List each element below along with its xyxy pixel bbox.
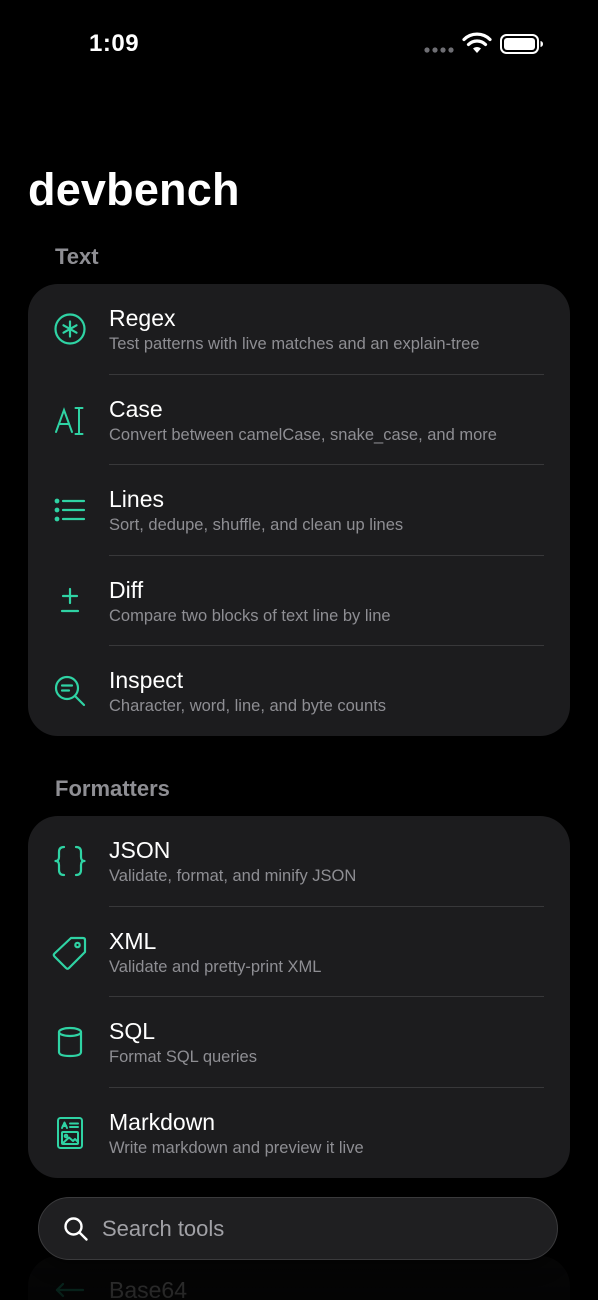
- tool-subtitle: Validate, format, and minify JSON: [109, 867, 357, 885]
- tool-title: Diff: [109, 576, 144, 603]
- cellular-signal-icon: [424, 47, 454, 53]
- tool-row-inspect[interactable]: Inspect Character, word, line, and byte …: [28, 646, 570, 736]
- tool-title: Base64: [109, 1277, 188, 1300]
- tool-subtitle: Write markdown and preview it live: [109, 1138, 364, 1157]
- magnifier-text-icon: [52, 673, 88, 709]
- section-header-text: Text: [55, 244, 99, 269]
- list-icon: [52, 492, 88, 528]
- tool-subtitle: Character, word, line, and byte counts: [109, 697, 386, 715]
- battery-icon: [500, 34, 543, 54]
- search-input[interactable]: [102, 1198, 532, 1259]
- asterisk-circle-icon: [52, 311, 88, 347]
- tool-row-json[interactable]: JSON Validate, format, and minify JSON: [28, 816, 570, 907]
- section-header-formatters: Formatters: [55, 776, 170, 801]
- search-icon: [64, 1217, 88, 1241]
- wifi-icon: [462, 32, 492, 53]
- tool-subtitle: Format SQL queries: [109, 1048, 257, 1066]
- text-tools-card: Regex Test patterns with live matches an…: [28, 284, 570, 736]
- tool-subtitle: Compare two blocks of text line by line: [109, 606, 391, 625]
- document-preview-icon: [52, 1115, 88, 1151]
- tag-icon: [52, 934, 88, 970]
- database-icon: [52, 1024, 88, 1060]
- search-bar[interactable]: [38, 1197, 558, 1260]
- tool-title: Case: [109, 395, 163, 422]
- tool-subtitle: Test patterns with live matches and an e…: [109, 335, 480, 353]
- status-bar: 1:09: [0, 0, 598, 90]
- tool-title: Markdown: [109, 1108, 216, 1135]
- tool-row-sql[interactable]: SQL Format SQL queries: [28, 997, 570, 1088]
- tool-row-regex[interactable]: Regex Test patterns with live matches an…: [28, 284, 570, 375]
- page-title: devbench: [28, 164, 240, 215]
- tool-title: Inspect: [109, 667, 184, 693]
- tool-subtitle: Validate and pretty-print XML: [109, 957, 322, 976]
- text-case-icon: [52, 402, 88, 438]
- tool-row-case[interactable]: Case Convert between camelCase, snake_ca…: [28, 375, 570, 465]
- tool-subtitle: Convert between camelCase, snake_case, a…: [109, 425, 497, 444]
- curly-braces-icon: [52, 843, 88, 879]
- arrows-icon: [55, 1282, 85, 1298]
- plus-minus-icon: [52, 583, 88, 619]
- tool-row-markdown[interactable]: Markdown Write markdown and preview it l…: [28, 1088, 570, 1179]
- status-time: 1:09: [89, 30, 140, 57]
- tool-row-xml[interactable]: XML Validate and pretty-print XML: [28, 907, 570, 997]
- tool-row-lines[interactable]: Lines Sort, dedupe, shuffle, and clean u…: [28, 465, 570, 556]
- tool-subtitle: Sort, dedupe, shuffle, and clean up line…: [109, 516, 404, 534]
- tool-title: JSON: [109, 837, 171, 863]
- screen: 1:09 devbench Text Regex Test patterns w…: [0, 0, 598, 1300]
- tool-title: XML: [109, 927, 157, 954]
- formatter-tools-card: JSON Validate, format, and minify JSON X…: [28, 816, 570, 1178]
- tool-row-diff[interactable]: Diff Compare two blocks of text line by …: [28, 556, 570, 646]
- tool-title: Lines: [109, 486, 164, 512]
- tool-row-base64[interactable]: Base64: [28, 1256, 570, 1300]
- tool-title: Regex: [109, 305, 176, 331]
- tool-title: SQL: [109, 1018, 156, 1044]
